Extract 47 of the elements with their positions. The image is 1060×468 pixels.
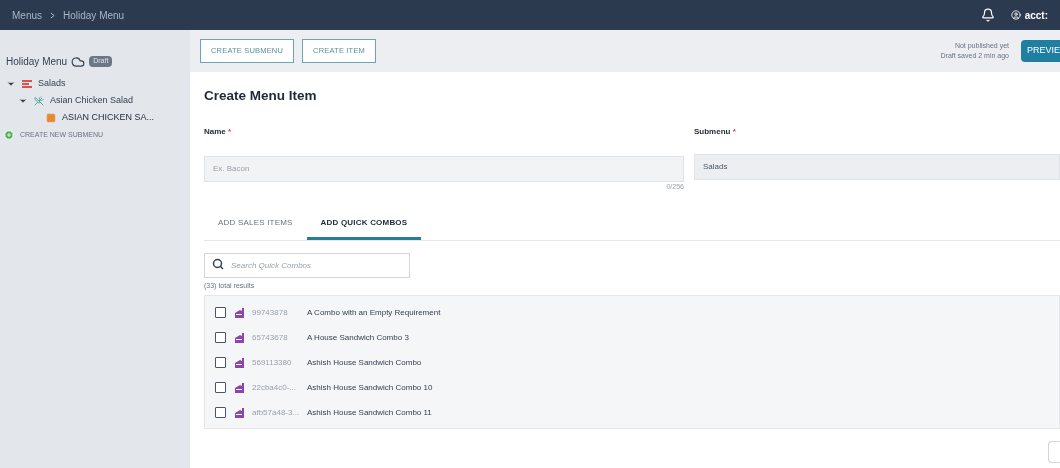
combo-icon [234, 381, 246, 394]
field-label: Submenu [694, 127, 731, 137]
tree-item[interactable]: Asian Chicken Salad [50, 93, 134, 108]
item-icon [46, 112, 56, 123]
add-icon [4, 130, 14, 141]
menu-title: Holiday Menu [6, 55, 68, 69]
required-mark: * [732, 127, 736, 137]
combo-icon [234, 331, 246, 344]
tab[interactable]: ADD SALES ITEMS [204, 208, 307, 241]
tree-item[interactable]: ASIAN CHICKEN SA... [62, 110, 155, 125]
search-icon [212, 257, 224, 270]
notification-icon[interactable] [980, 8, 995, 22]
form-title: Create Menu Item [204, 87, 318, 105]
tree-item[interactable]: Salads [38, 76, 66, 91]
combo-code: 99743878 [252, 306, 289, 319]
preview-button[interactable]: PREVIE [1021, 40, 1060, 62]
combo-name: A House Sandwich Combo 3 [307, 331, 409, 344]
combo-name: Ashish House Sandwich Combo 10 [307, 381, 433, 394]
account-name[interactable]: acct: [1024, 7, 1048, 23]
combo-code: 569113380 [252, 356, 293, 369]
combo-name: Ashish House Sandwich Combo [307, 356, 422, 369]
combo-code: afb57a48-3... [252, 406, 301, 419]
field-label: Name [204, 127, 226, 137]
checkbox[interactable] [215, 407, 226, 419]
checkbox[interactable] [215, 382, 226, 394]
breadcrumb-link[interactable]: Menus [12, 7, 42, 23]
utensils-icon [34, 95, 44, 106]
checkbox[interactable] [215, 307, 226, 319]
name-input[interactable]: Ex. Bacon [204, 155, 684, 182]
account-icon [1010, 10, 1021, 20]
combo-code: 65743678 [252, 331, 289, 344]
combo-code: 22cba4c0-... [252, 381, 298, 394]
breadcrumb-link[interactable]: Holiday Menu [63, 7, 125, 23]
submenu-select[interactable]: Salads [694, 154, 1060, 181]
combo-name: A Combo with an Empty Requirement [307, 306, 441, 319]
cloud-icon [71, 54, 86, 69]
menu-icon [22, 78, 32, 89]
checkbox[interactable] [215, 332, 226, 344]
search-field[interactable]: Search Quick Combos [204, 253, 410, 279]
combo-icon [234, 306, 246, 319]
combo-icon [234, 356, 246, 369]
combo-icon [234, 406, 246, 419]
required-mark: * [228, 127, 232, 137]
checkbox[interactable] [215, 357, 226, 369]
combo-name: Ashish House Sandwich Combo 11 [307, 406, 432, 419]
tab[interactable]: ADD QUICK COMBOS [306, 208, 422, 241]
chevron-right-icon [50, 11, 55, 19]
